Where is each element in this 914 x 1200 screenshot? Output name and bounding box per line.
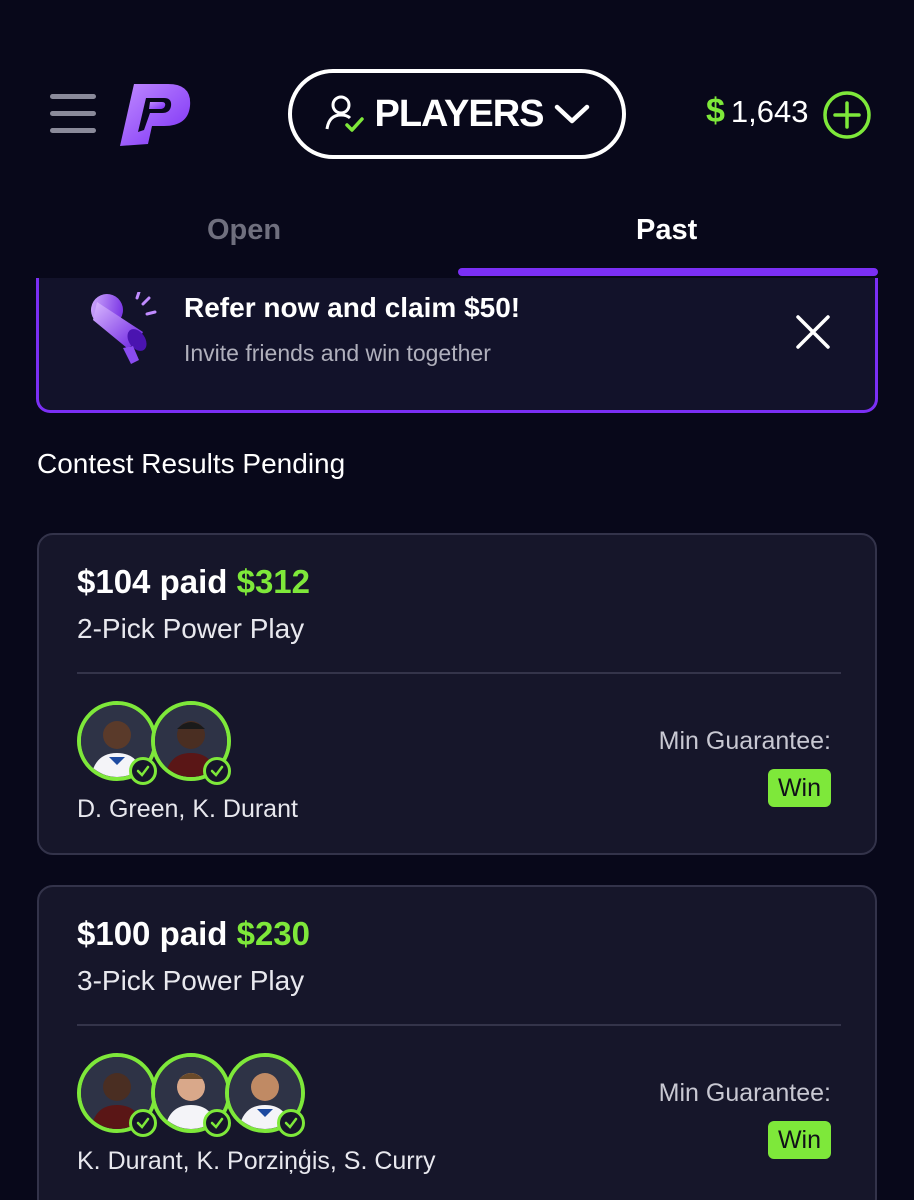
contest-amount: $100 paid $230 <box>77 915 310 953</box>
balance-amount: 1,643 <box>730 93 809 129</box>
contest-card[interactable]: $104 paid $312 2-Pick Power Play D. Gree… <box>37 533 877 855</box>
contest-amount: $104 paid $312 <box>77 563 310 601</box>
tab-open[interactable]: Open <box>207 214 281 247</box>
min-guarantee-label: Min Guarantee: <box>658 727 831 755</box>
result-badge: Win <box>767 1121 831 1159</box>
result-badge: Win <box>767 769 831 807</box>
referral-banner[interactable]: Refer now and claim $50! Invite friends … <box>36 278 878 413</box>
contest-card[interactable]: $100 paid $230 3-Pick Power Play K. Dura… <box>37 885 877 1200</box>
close-icon[interactable] <box>795 314 831 350</box>
check-icon <box>129 1109 157 1137</box>
wallet-balance[interactable]: $ 1,643 <box>706 92 809 131</box>
banner-subtitle: Invite friends and win together <box>184 340 491 366</box>
section-title: Contest Results Pending <box>37 448 346 479</box>
play-type: 3-Pick Power Play <box>77 965 305 996</box>
player-names: K. Durant, K. Porziņģis, S. Curry <box>77 1147 436 1175</box>
megaphone-icon <box>91 292 157 364</box>
paid-amount: $104 paid <box>77 563 228 600</box>
players-label: PLAYERS <box>374 92 545 135</box>
check-icon <box>129 757 157 785</box>
check-icon <box>277 1109 305 1137</box>
banner-title: Refer now and claim $50! <box>184 292 521 323</box>
check-icon <box>203 1109 231 1137</box>
player-names: D. Green, K. Durant <box>77 795 298 823</box>
min-guarantee-label: Min Guarantee: <box>658 1079 831 1107</box>
play-type: 2-Pick Power Play <box>77 613 305 644</box>
chevron-down-icon <box>554 104 589 124</box>
payout-amount: $230 <box>236 915 311 952</box>
check-icon <box>203 757 231 785</box>
divider <box>77 1024 841 1026</box>
active-tab-indicator <box>458 268 878 276</box>
tab-past[interactable]: Past <box>636 214 697 247</box>
menu-icon[interactable] <box>50 94 96 134</box>
paid-amount: $100 paid <box>77 915 228 952</box>
app-logo[interactable] <box>116 78 196 150</box>
payout-amount: $312 <box>236 563 311 600</box>
balance-currency: $ <box>706 92 725 130</box>
user-check-icon <box>325 95 364 132</box>
add-funds-icon[interactable] <box>822 90 872 140</box>
players-dropdown-button[interactable]: PLAYERS <box>288 69 626 159</box>
divider <box>77 672 841 674</box>
app-header: PLAYERS $ 1,643 <box>0 0 914 200</box>
tab-bar: Open Past <box>0 200 914 278</box>
